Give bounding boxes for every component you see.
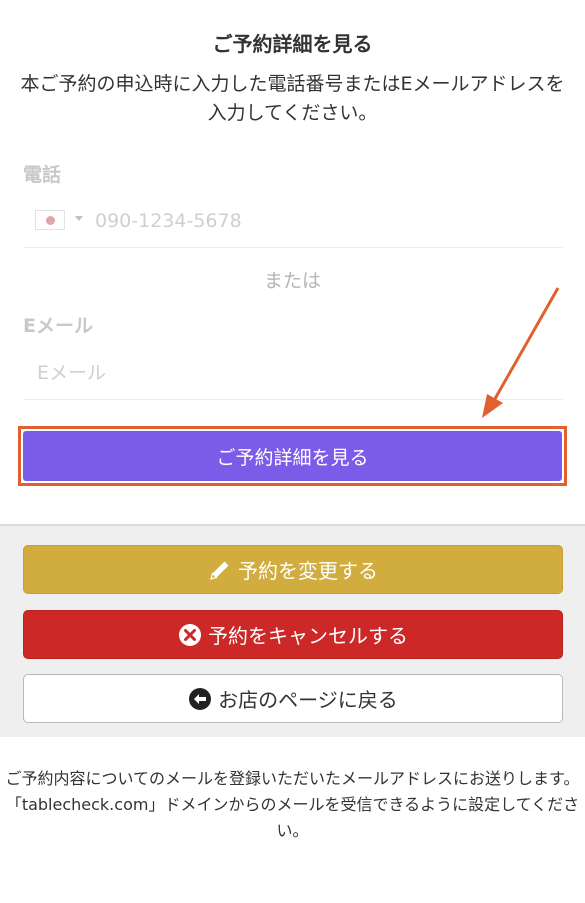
submit-highlight: ご予約詳細を見る [18, 426, 567, 486]
close-circle-icon [178, 623, 202, 647]
cancel-reservation-button[interactable]: 予約をキャンセルする [23, 610, 563, 659]
back-to-restaurant-button[interactable]: お店のページに戻る [23, 674, 563, 723]
phone-label: 電話 [23, 164, 62, 186]
notice-line-1: ご予約内容についてのメールを登録いただいたメールアドレスにお送りします。 [5, 769, 580, 788]
email-notice: ご予約内容についてのメールを登録いただいたメールアドレスにお送りします。 「ta… [0, 766, 585, 844]
view-reservation-button[interactable]: ご予約詳細を見る [23, 431, 562, 481]
phone-field-row [23, 196, 563, 248]
arrow-left-circle-icon [188, 687, 212, 711]
cancel-reservation-label: 予約をキャンセルする [208, 624, 408, 648]
caret-down-icon[interactable] [75, 216, 83, 221]
japan-flag-icon[interactable] [35, 210, 65, 230]
change-reservation-button[interactable]: 予約を変更する [23, 545, 563, 594]
notice-line-2: 「tablecheck.com」ドメインからのメールを受信できるように設定してく… [5, 795, 580, 840]
reservation-actions: 予約を変更する 予約をキャンセルする お店のページに戻る [0, 524, 585, 737]
instructions-text: 本ご予約の申込時に入力した電話番号またはEメールアドレスを入力してください。 [20, 73, 565, 124]
email-label: Eメール [23, 315, 93, 337]
phone-input[interactable] [95, 204, 555, 238]
page-title: ご予約詳細を見る [212, 32, 373, 56]
annotation-arrow-icon [482, 287, 560, 418]
lookup-panel: ご予約詳細を見る 本ご予約の申込時に入力した電話番号またはEメールアドレスを入力… [0, 0, 585, 524]
back-to-restaurant-label: お店のページに戻る [218, 688, 398, 712]
pencil-icon [208, 558, 232, 582]
change-reservation-label: 予約を変更する [238, 559, 378, 583]
